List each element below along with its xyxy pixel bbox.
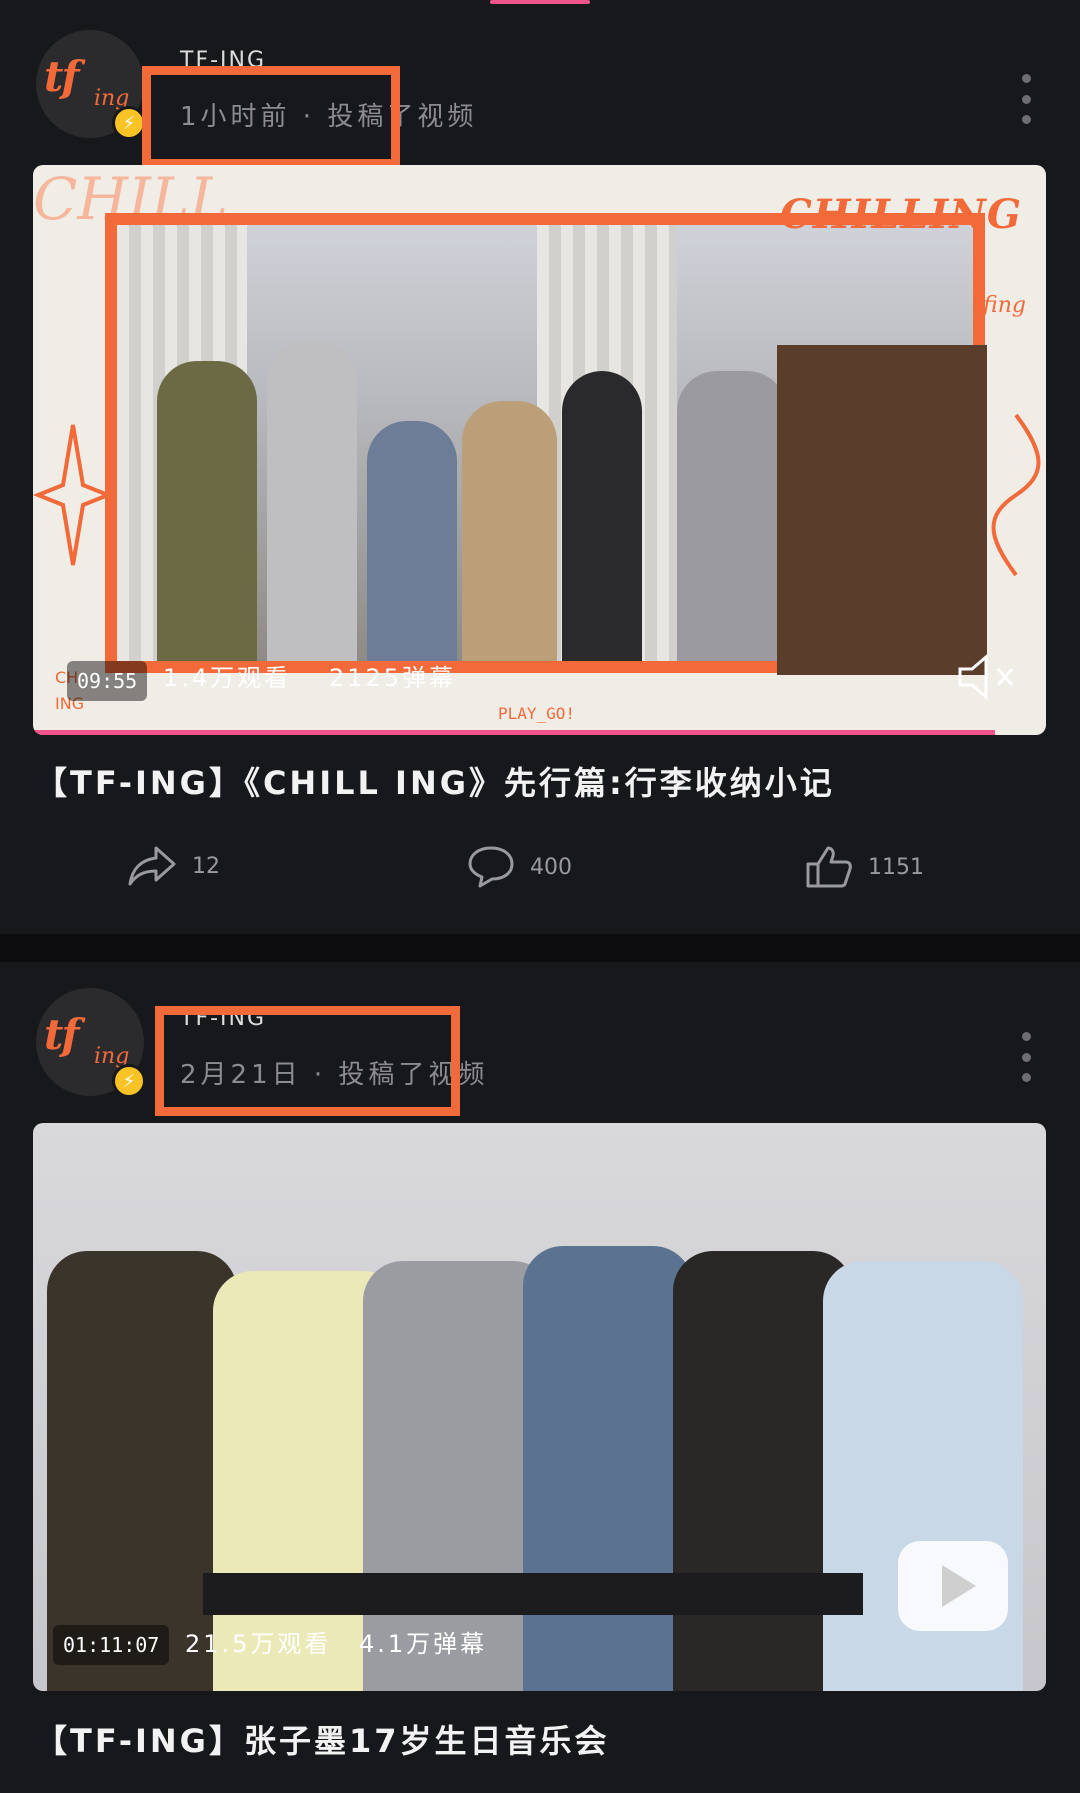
feed-separator xyxy=(0,934,1080,962)
video-post-card[interactable]: tf ing ⚡ TF-ING 1小时前 · 投稿了视频 CHILL CHILL… xyxy=(0,6,1080,934)
like-button[interactable]: 1151 xyxy=(804,844,924,890)
danmaku-count: 2125弹幕 xyxy=(329,664,457,692)
comment-count: 400 xyxy=(530,854,572,880)
person xyxy=(367,421,457,661)
video-post-card[interactable]: tf ing ⚡ TF-ING 2月21日 · 投稿了视频 01:11:07 2… xyxy=(0,962,1080,1793)
avatar[interactable]: tf ing ⚡ xyxy=(36,988,146,1098)
person xyxy=(462,401,557,661)
more-dot xyxy=(1021,1032,1031,1041)
video-duration: 01:11:07 xyxy=(53,1625,170,1665)
annotation-highlight-box xyxy=(142,66,400,168)
annotation-highlight-box xyxy=(155,1006,460,1116)
avatar[interactable]: tf ing ⚡ xyxy=(36,30,146,140)
top-tab-indicator xyxy=(490,0,590,4)
decor-star-icon xyxy=(33,424,113,566)
comment-icon xyxy=(468,846,514,888)
video-thumbnail[interactable]: CHILL CHILLING tfing CH ING PLAY_GO! 09:… xyxy=(33,165,1046,735)
more-dot xyxy=(1021,115,1031,124)
mute-icon[interactable] xyxy=(954,649,1018,705)
danmaku-count: 4.1万弹幕 xyxy=(359,1630,488,1658)
more-dot xyxy=(1021,1073,1031,1082)
play-icon[interactable] xyxy=(898,1541,1008,1631)
like-count: 1151 xyxy=(868,854,924,880)
like-icon xyxy=(806,846,852,888)
share-icon xyxy=(128,846,176,886)
video-thumbnail[interactable]: 01:11:07 21.5万观看 4.1万弹幕 xyxy=(33,1123,1046,1691)
thumbnail-tag: tfing xyxy=(974,293,1026,318)
thumbnail-overlay-title: CHILLING xyxy=(779,191,1022,238)
more-dot xyxy=(1021,94,1031,104)
view-count: 21.5万观看 xyxy=(185,1630,332,1658)
person xyxy=(267,341,357,661)
video-frame xyxy=(105,213,987,675)
share-button[interactable]: 12 xyxy=(126,844,220,888)
video-title[interactable]: 【TF-ING】《CHILL ING》先行篇:行李收纳小记 xyxy=(35,758,835,804)
verified-badge-icon: ⚡ xyxy=(112,106,146,140)
person xyxy=(677,371,787,661)
playback-progress xyxy=(33,730,996,735)
comment-button[interactable]: 400 xyxy=(466,844,572,890)
person xyxy=(523,1246,693,1691)
table xyxy=(203,1573,863,1615)
view-count: 1.4万观看 xyxy=(163,664,292,692)
video-duration: 09:55 xyxy=(67,661,148,701)
more-dot xyxy=(1021,74,1031,83)
video-title[interactable]: 【TF-ING】张子墨17岁生日音乐会 xyxy=(35,1716,609,1762)
thumbnail-play-text: PLAY_GO! xyxy=(498,704,576,723)
verified-badge-icon: ⚡ xyxy=(112,1064,146,1098)
more-options-button[interactable] xyxy=(1014,1032,1038,1082)
person xyxy=(562,371,642,661)
more-dot xyxy=(1021,1052,1031,1062)
person xyxy=(157,361,257,661)
more-options-button[interactable] xyxy=(1014,74,1038,124)
logo-text: tf xyxy=(44,52,79,101)
shelf xyxy=(777,345,987,675)
logo-text: tf xyxy=(44,1010,79,1059)
share-count: 12 xyxy=(192,853,220,879)
